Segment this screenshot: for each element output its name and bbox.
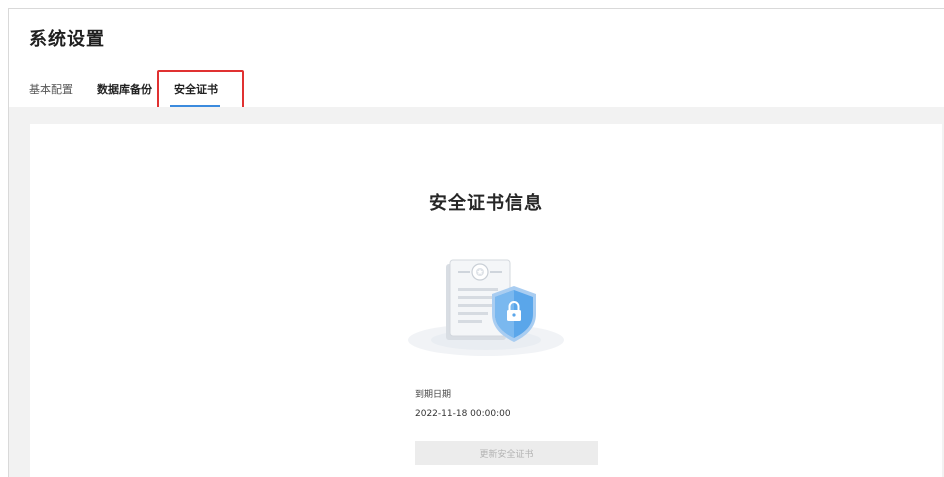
certificate-card: 安全证书信息 到期日期 2022-11-18 00:00:00 更新安全证书 xyxy=(30,124,942,477)
expiry-date-value: 2022-11-18 00:00:00 xyxy=(415,409,511,419)
page-title: 系统设置 xyxy=(29,29,105,50)
tab-database-backup[interactable]: 数据库备份 xyxy=(97,81,152,97)
certificate-section-title: 安全证书信息 xyxy=(429,193,543,214)
content-area: 安全证书信息 到期日期 2022-11-18 00:00:00 更新安全证书 xyxy=(9,107,944,477)
highlight-annotation-box xyxy=(157,70,244,111)
certificate-shield-lock-icon xyxy=(408,259,564,356)
settings-window: 系统设置 基本配置 数据库备份 安全证书 安全证书信息 到期日期 2022-11… xyxy=(8,8,944,477)
tab-basic-config[interactable]: 基本配置 xyxy=(29,81,73,97)
expiry-date-label: 到期日期 xyxy=(415,390,452,400)
update-certificate-button[interactable]: 更新安全证书 xyxy=(415,441,598,465)
